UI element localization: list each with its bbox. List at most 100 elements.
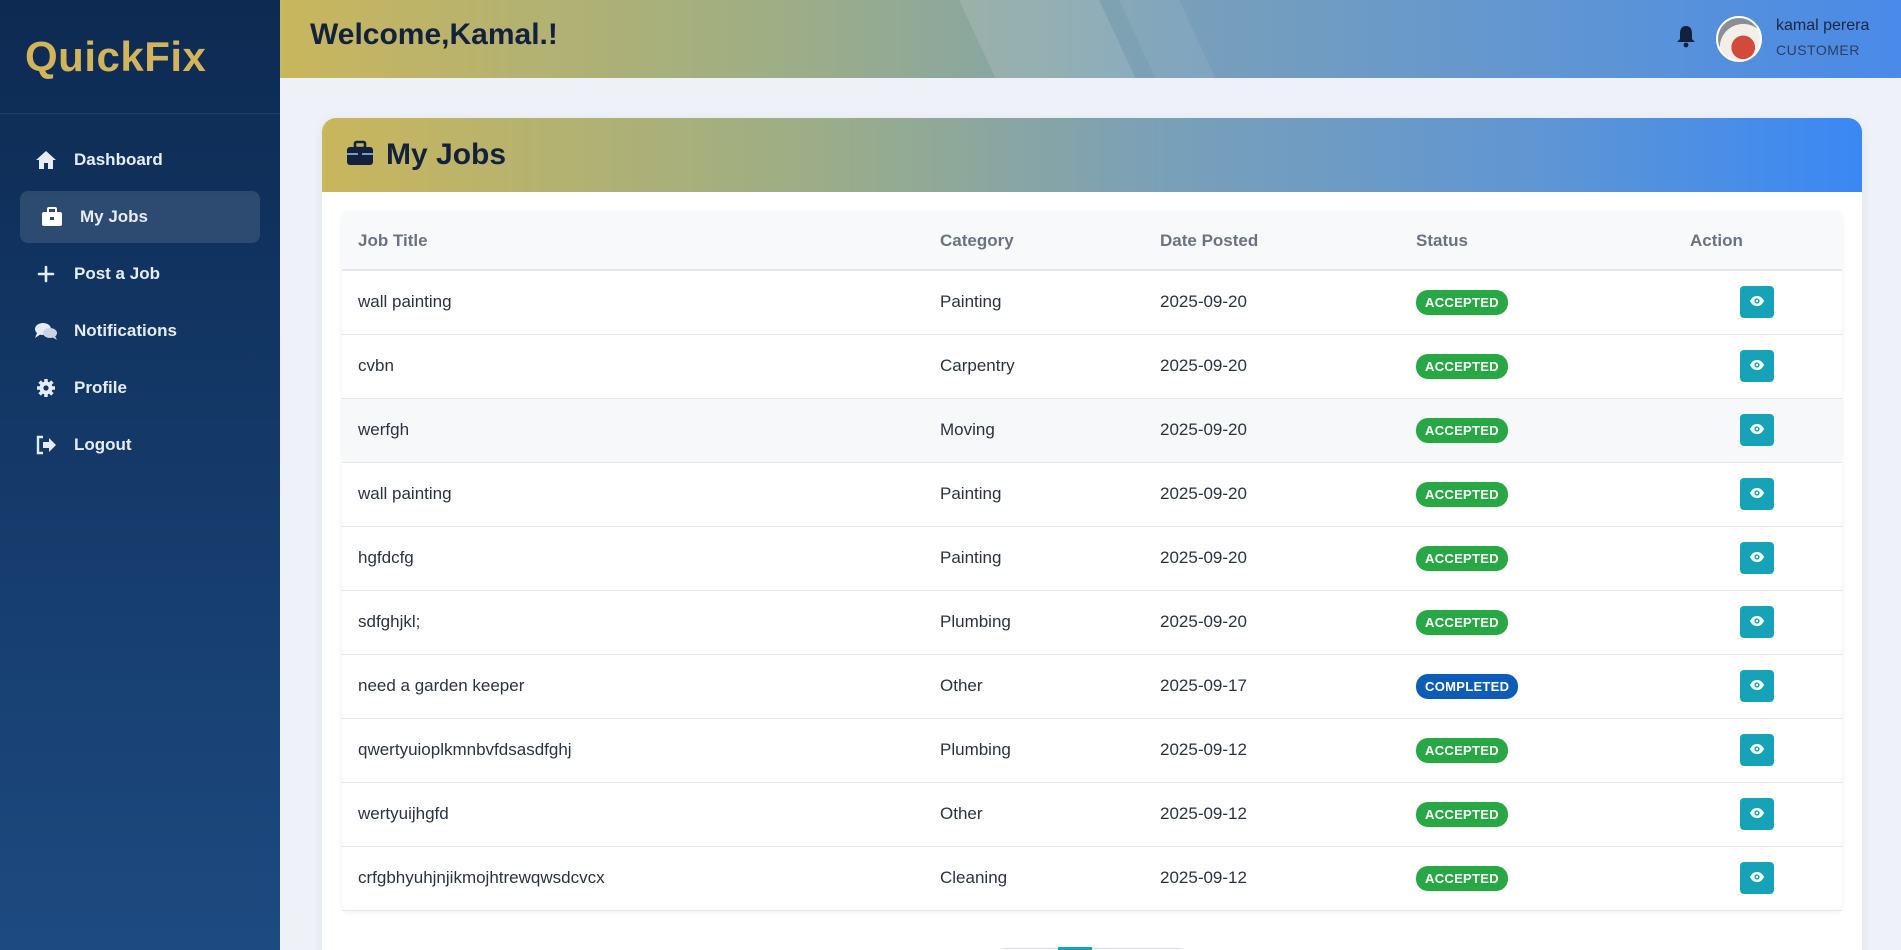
sidebar: QuickFix Dashboard My Jobs Post a Job No…	[0, 0, 280, 950]
sidebar-item-label: Notifications	[74, 321, 177, 340]
table-row: crfgbhyuhjnjikmojhtrewqwsdcvcx Cleaning 20…	[342, 846, 1842, 911]
view-job-button[interactable]	[1740, 670, 1774, 702]
status-badge: ACCEPTED	[1416, 737, 1508, 763]
status-cell: ACCEPTED	[1400, 590, 1674, 655]
table-row: qwertyuioplkmnbvfdsasdfghj Plumbing 2025-0…	[342, 718, 1842, 783]
view-job-button[interactable]	[1740, 414, 1774, 446]
table-row: need a garden keeper Other 2025-09-17 COMPL…	[342, 654, 1842, 719]
column-header-job-title[interactable]: Job Title	[342, 212, 924, 271]
status-badge: ACCEPTED	[1416, 353, 1508, 379]
column-header-category[interactable]: Category	[924, 212, 1144, 271]
category-cell: Other	[924, 782, 1144, 847]
view-job-button[interactable]	[1740, 350, 1774, 382]
date-cell: 2025-09-20	[1144, 334, 1400, 399]
welcome-message: Welcome,Kamal.!	[310, 18, 558, 51]
table-row: wall painting Painting 2025-09-20 ACCEPTED	[342, 462, 1842, 527]
view-job-button[interactable]	[1740, 606, 1774, 638]
job-title-cell: crfgbhyuhjnjikmojhtrewqwsdcvcx	[342, 846, 924, 911]
job-title-cell: sdfghjkl;	[342, 590, 924, 655]
eye-icon	[1749, 868, 1765, 888]
status-badge: COMPLETED	[1416, 673, 1519, 699]
eye-icon	[1749, 804, 1765, 824]
column-header-date-posted[interactable]: Date Posted	[1144, 212, 1400, 271]
view-job-button[interactable]	[1740, 734, 1774, 766]
job-title-cell: hgfdcfg	[342, 526, 924, 591]
action-cell	[1674, 270, 1842, 335]
status-badge: ACCEPTED	[1416, 801, 1508, 827]
job-title-cell: wertyuijhgfd	[342, 782, 924, 847]
top-header: Welcome,Kamal.! kamal perera CUSTOMER	[280, 0, 1901, 78]
eye-icon	[1749, 740, 1765, 760]
date-cell: 2025-09-20	[1144, 526, 1400, 591]
status-badge: ACCEPTED	[1416, 481, 1508, 507]
my-jobs-card: My Jobs Job Title Category Date Posted S…	[322, 118, 1862, 950]
status-cell: ACCEPTED	[1400, 782, 1674, 847]
eye-icon	[1749, 676, 1765, 696]
category-cell: Plumbing	[924, 718, 1144, 783]
date-cell: 2025-09-12	[1144, 846, 1400, 911]
category-cell: Moving	[924, 398, 1144, 463]
status-cell: ACCEPTED	[1400, 462, 1674, 527]
table-row: cvbn Carpentry 2025-09-20 ACCEPTED	[342, 334, 1842, 399]
job-title-cell: wall painting	[342, 270, 924, 335]
avatar[interactable]	[1716, 16, 1762, 62]
sidebar-item-label: Logout	[74, 435, 132, 454]
date-cell: 2025-09-12	[1144, 782, 1400, 847]
bell-icon[interactable]	[1675, 24, 1701, 52]
sidebar-item-post-job[interactable]: Post a Job	[20, 248, 260, 300]
gear-icon	[34, 376, 58, 400]
eye-icon	[1749, 612, 1765, 632]
sidebar-item-notifications[interactable]: Notifications	[20, 305, 260, 357]
sidebar-item-label: My Jobs	[80, 207, 149, 226]
status-badge: ACCEPTED	[1416, 609, 1508, 635]
status-cell: ACCEPTED	[1400, 846, 1674, 911]
status-cell: ACCEPTED	[1400, 526, 1674, 591]
eye-icon	[1749, 292, 1765, 312]
sidebar-item-profile[interactable]: Profile	[20, 362, 260, 414]
comments-icon	[34, 319, 58, 343]
date-cell: 2025-09-20	[1144, 462, 1400, 527]
action-cell	[1674, 526, 1842, 591]
sidebar-item-my-jobs[interactable]: My Jobs	[20, 191, 260, 243]
sidebar-item-label: Dashboard	[74, 150, 163, 169]
status-cell: ACCEPTED	[1400, 334, 1674, 399]
status-cell: COMPLETED	[1400, 654, 1674, 719]
briefcase-icon	[346, 140, 374, 171]
table-body: wall painting Painting 2025-09-20 ACCEPTED c…	[342, 270, 1842, 911]
column-header-action: Action	[1674, 212, 1842, 271]
eye-icon	[1749, 356, 1765, 376]
status-badge: ACCEPTED	[1416, 417, 1508, 443]
jobs-table: Job Title Category Date Posted Status Ac…	[342, 212, 1842, 911]
action-cell	[1674, 462, 1842, 527]
action-cell	[1674, 334, 1842, 399]
eye-icon	[1749, 420, 1765, 440]
table-header: Job Title Category Date Posted Status Ac…	[342, 212, 1842, 271]
category-cell: Plumbing	[924, 590, 1144, 655]
view-job-button[interactable]	[1740, 286, 1774, 319]
view-job-button[interactable]	[1740, 862, 1774, 894]
card-header: My Jobs	[322, 118, 1862, 192]
category-cell: Other	[924, 654, 1144, 719]
date-cell: 2025-09-17	[1144, 654, 1400, 719]
date-cell: 2025-09-20	[1144, 590, 1400, 655]
view-job-button[interactable]	[1740, 798, 1774, 830]
brand-logo[interactable]: QuickFix	[0, 0, 280, 114]
table-row: sdfghjkl; Plumbing 2025-09-20 ACCEPTED	[342, 590, 1842, 655]
view-job-button[interactable]	[1740, 542, 1774, 574]
category-cell: Carpentry	[924, 334, 1144, 399]
job-title-cell: need a garden keeper	[342, 654, 924, 719]
status-badge: ACCEPTED	[1416, 545, 1508, 571]
column-header-status[interactable]: Status	[1400, 212, 1674, 271]
page-title: My Jobs	[386, 138, 507, 171]
category-cell: Cleaning	[924, 846, 1144, 911]
sidebar-item-dashboard[interactable]: Dashboard	[20, 134, 260, 186]
action-cell	[1674, 654, 1842, 719]
sidebar-item-logout[interactable]: Logout	[20, 419, 260, 471]
status-badge: ACCEPTED	[1416, 289, 1508, 315]
sidebar-item-label: Profile	[74, 378, 127, 397]
table-row: wall painting Painting 2025-09-20 ACCEPTED	[342, 270, 1842, 335]
view-job-button[interactable]	[1740, 478, 1774, 510]
table-row: wertyuijhgfd Other 2025-09-12 ACCEPTED	[342, 782, 1842, 847]
job-title-cell: qwertyuioplkmnbvfdsasdfghj	[342, 718, 924, 783]
sidebar-nav: Dashboard My Jobs Post a Job Notificatio…	[0, 114, 280, 471]
